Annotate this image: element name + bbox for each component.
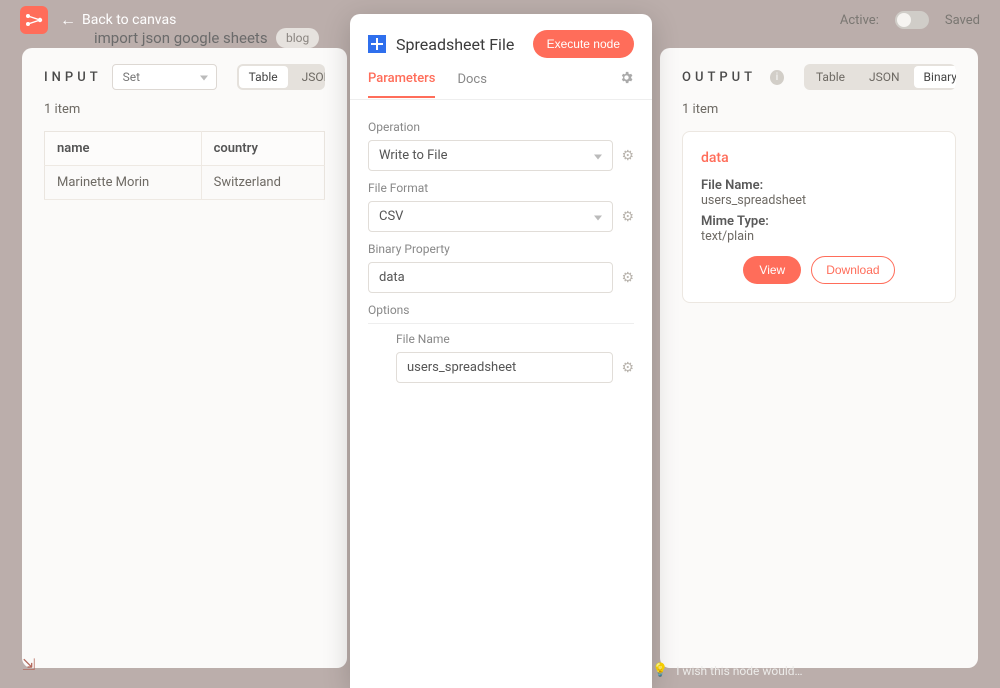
param-options-icon[interactable]: ⚙	[621, 148, 634, 164]
input-view-table[interactable]: Table	[239, 66, 288, 88]
output-view-table[interactable]: Table	[804, 64, 857, 90]
bottom-left-icon[interactable]: ⇲	[22, 655, 35, 674]
filename-input[interactable]: users_spreadsheet	[396, 352, 613, 383]
node-editor-modal: Spreadsheet File Execute node Parameters…	[350, 14, 652, 688]
app-logo	[20, 6, 48, 34]
input-title: INPUT	[44, 70, 102, 85]
filename-value: users_spreadsheet	[701, 193, 937, 208]
output-view-binary[interactable]: Binary	[914, 66, 956, 88]
binary-property-input[interactable]: data	[368, 262, 613, 293]
node-title: Spreadsheet File	[396, 35, 523, 54]
tab-parameters[interactable]: Parameters	[368, 71, 435, 98]
active-label: Active:	[840, 13, 879, 28]
feedback-prompt[interactable]: 💡 I wish this node would…	[652, 663, 803, 678]
input-view-toggle: Table JSON	[237, 64, 325, 90]
input-items-count: 1 item	[44, 102, 325, 117]
operation-select[interactable]: Write to File	[368, 140, 613, 171]
input-view-json[interactable]: JSON	[290, 64, 325, 90]
saved-indicator: Saved	[945, 13, 980, 28]
lightbulb-icon: 💡	[652, 663, 668, 678]
input-data-table: name country Marinette Morin Switzerland	[44, 131, 325, 200]
input-panel: INPUT Set Table JSON 1 item name country…	[22, 48, 347, 668]
output-panel: OUTPUT i Table JSON Binary 1 item data F…	[660, 48, 978, 668]
table-header-row: name country	[45, 132, 325, 166]
cell-name: Marinette Morin	[45, 166, 202, 200]
execute-node-button[interactable]: Execute node	[533, 30, 634, 58]
options-label: Options	[368, 303, 634, 317]
format-select[interactable]: CSV	[368, 201, 613, 232]
filename-option-label: File Name	[396, 332, 634, 346]
format-label: File Format	[368, 181, 634, 195]
settings-gear-icon[interactable]	[619, 70, 634, 99]
workflow-tag[interactable]: blog	[276, 28, 319, 48]
param-options-icon[interactable]: ⚙	[621, 209, 634, 225]
mimetype-label: Mime Type:	[701, 214, 937, 229]
column-header-name[interactable]: name	[45, 132, 202, 166]
binary-property-label: Binary Property	[368, 242, 634, 256]
tab-docs[interactable]: Docs	[457, 72, 486, 97]
info-icon[interactable]: i	[770, 70, 784, 85]
filename-label: File Name:	[701, 178, 937, 193]
workflow-name[interactable]: import json google sheets	[94, 29, 268, 47]
column-header-country[interactable]: country	[201, 132, 324, 166]
cell-country: Switzerland	[201, 166, 324, 200]
active-toggle[interactable]	[895, 11, 929, 29]
feedback-text: I wish this node would…	[676, 664, 802, 678]
mimetype-value: text/plain	[701, 229, 937, 244]
output-title: OUTPUT	[682, 70, 756, 85]
back-arrow-icon[interactable]: ←	[60, 10, 76, 30]
input-source-select[interactable]: Set	[112, 64, 217, 90]
output-view-json[interactable]: JSON	[857, 64, 912, 90]
download-button[interactable]: Download	[811, 256, 894, 284]
view-button[interactable]: View	[743, 256, 801, 284]
output-view-toggle: Table JSON Binary	[804, 64, 956, 90]
back-to-canvas-link[interactable]: Back to canvas	[82, 12, 176, 28]
output-data-heading: data	[701, 150, 937, 166]
param-options-icon[interactable]: ⚙	[621, 270, 634, 286]
operation-label: Operation	[368, 120, 634, 134]
output-items-count: 1 item	[682, 102, 956, 117]
output-binary-card: data File Name: users_spreadsheet Mime T…	[682, 131, 956, 303]
spreadsheet-icon	[368, 35, 386, 53]
param-options-icon[interactable]: ⚙	[621, 360, 634, 376]
table-row[interactable]: Marinette Morin Switzerland	[45, 166, 325, 200]
